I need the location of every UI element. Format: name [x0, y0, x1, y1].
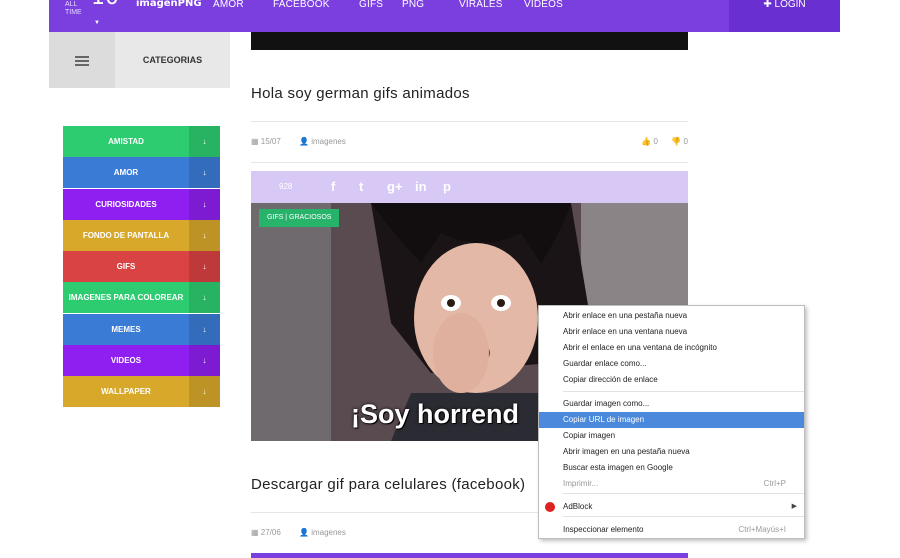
gif-caption: ¡Soy horrend [351, 399, 520, 429]
arrow-down-icon[interactable]: ↓ [189, 188, 220, 220]
category-label: AMOR [113, 168, 139, 178]
nav-item-virales[interactable]: VIRALES [459, 0, 524, 32]
arrow-down-icon[interactable]: ↓ [189, 126, 220, 157]
category-label: VIDEOS [110, 356, 142, 366]
category-item[interactable]: AMOR ↓ [63, 157, 220, 189]
linkedin-icon[interactable]: in [415, 179, 443, 194]
user-icon: 👤 [299, 528, 312, 537]
category-item[interactable]: GIFS ↓ [63, 251, 220, 283]
all-time-label: ALL TIME [65, 1, 82, 16]
shortcut-hint: Ctrl+Mayús+I [738, 525, 786, 534]
category-list: AMISTAD ↓ AMOR ↓ CURIOSIDADES ↓ FONDO DE PANTA… [63, 126, 220, 408]
like-button[interactable]: 👍 0 [641, 137, 658, 146]
main-nav: AMOR FACEBOOK GIFS PNG VIRALES VIDEOS [196, 0, 563, 32]
shortcut-hint: Ctrl+P [763, 479, 786, 488]
arrow-down-icon[interactable]: ↓ [189, 219, 220, 251]
top-navbar: ALL TIME 10 ▼ imagenPNG AMOR FACEBOOK GI… [49, 0, 840, 32]
menu-separator [563, 493, 804, 494]
calendar-icon: ▦ [251, 528, 261, 537]
arrow-down-icon[interactable]: ↓ [189, 251, 220, 283]
menu-separator [563, 391, 804, 392]
category-label: CURIOSIDADES [95, 199, 157, 209]
context-menu-item[interactable]: Abrir el enlace en una ventana de incógn… [539, 340, 804, 356]
category-item[interactable]: WALLPAPER ↓ [63, 376, 220, 408]
chevron-down-icon: ▼ [94, 20, 100, 26]
all-time-number: 10 [91, 0, 119, 9]
hamburger-icon [75, 56, 89, 68]
login-button[interactable]: ✚ LOGIN [729, 0, 840, 32]
nav-item-gifs[interactable]: GIFS [359, 0, 402, 32]
context-menu-item[interactable]: Guardar enlace como... [539, 356, 804, 372]
category-label: MEMES [111, 324, 141, 334]
post-title[interactable]: Hola soy german gifs animados [251, 85, 470, 102]
post-title[interactable]: Descargar gif para celulares (facebook) [251, 476, 525, 493]
share-count: 928 [279, 182, 293, 191]
context-menu-item[interactable]: Abrir imagen en una pestaña nueva [539, 444, 804, 460]
thumbs-up-icon: 👍 [641, 137, 654, 146]
dislike-button[interactable]: 👎 0 [671, 137, 688, 146]
arrow-down-icon[interactable]: ↓ [189, 157, 220, 189]
divider [251, 162, 688, 163]
menu-toggle-button[interactable] [49, 32, 115, 88]
category-item[interactable]: AMISTAD ↓ [63, 126, 220, 157]
arrow-down-icon[interactable]: ↓ [189, 376, 220, 408]
previous-post-image[interactable] [251, 32, 688, 50]
arrow-down-icon[interactable]: ↓ [189, 282, 220, 314]
nav-item-png[interactable]: PNG [402, 0, 459, 32]
context-menu-item[interactable]: Guardar imagen como... [539, 396, 804, 412]
category-label: WALLPAPER [101, 387, 151, 397]
category-item[interactable]: CURIOSIDADES ↓ [63, 188, 220, 220]
submenu-arrow-icon: ▶ [791, 503, 797, 510]
context-menu-item[interactable]: Copiar imagen [539, 428, 804, 444]
facebook-icon[interactable]: f [331, 179, 359, 194]
google-plus-icon[interactable]: g+ [387, 179, 415, 194]
next-post-image[interactable] [251, 553, 688, 558]
context-menu-item[interactable]: Inspeccionar elemento Ctrl+Mayús+I [539, 522, 804, 538]
calendar-icon: ▦ [251, 137, 261, 146]
context-menu-item[interactable]: AdBlock ▶ [539, 499, 804, 515]
category-label: GIFS [116, 262, 136, 272]
menu-separator [563, 516, 804, 517]
context-menu-item[interactable]: Abrir enlace en una ventana nueva [539, 324, 804, 340]
post-meta: ▦ 15/07 👤 imagenes 👍 0 👎 0 [251, 137, 688, 151]
arrow-down-icon[interactable]: ↓ [189, 313, 220, 345]
category-item[interactable]: MEMES ↓ [63, 313, 220, 345]
category-item[interactable]: FONDO DE PANTALLA ↓ [63, 219, 220, 251]
nav-item-amor[interactable]: AMOR [213, 0, 273, 32]
all-time-widget[interactable]: ALL TIME 10 ▼ [61, 0, 119, 32]
category-label: AMISTAD [108, 137, 144, 146]
user-icon: 👤 [299, 137, 312, 146]
context-menu-item[interactable]: Copiar URL de imagen [539, 412, 804, 428]
context-menu-item[interactable]: Copiar dirección de enlace [539, 372, 804, 388]
share-icons: f t g+ in p [331, 179, 471, 194]
twitter-icon[interactable]: t [359, 179, 387, 194]
thumbs-down-icon: 👎 [671, 137, 684, 146]
nav-item-facebook[interactable]: FACEBOOK [273, 0, 359, 32]
category-item[interactable]: VIDEOS ↓ [63, 345, 220, 377]
pinterest-icon[interactable]: p [443, 179, 471, 194]
context-menu-item[interactable]: Imprimir... Ctrl+P [539, 476, 804, 492]
post-author[interactable]: 👤 imagenes [299, 528, 346, 537]
post-date: ▦ 15/07 [251, 137, 281, 146]
nav-item-videos[interactable]: VIDEOS [524, 0, 563, 32]
adblock-icon [545, 502, 555, 512]
category-label: IMAGENES PARA COLOREAR [68, 293, 184, 303]
share-bar: 928 f t g+ in p [251, 171, 688, 203]
arrow-down-icon[interactable]: ↓ [189, 345, 220, 377]
sidebar-header: CATEGORIAS [49, 32, 230, 88]
category-tag[interactable]: GIFS | GRACIOSOS [259, 209, 340, 227]
divider [251, 121, 688, 122]
category-item[interactable]: IMAGENES PARA COLOREAR ↓ [63, 282, 220, 314]
context-menu-item[interactable]: Abrir enlace en una pestaña nueva [539, 308, 804, 324]
post-author[interactable]: 👤 imagenes [299, 137, 346, 146]
context-menu-item[interactable]: Buscar esta imagen en Google [539, 460, 804, 476]
brand-logo[interactable]: imagenPNG [136, 0, 202, 9]
sidebar-title: CATEGORIAS [142, 55, 203, 65]
context-menu: Abrir enlace en una pestaña nueva Abrir e… [538, 305, 805, 539]
post-date: ▦ 27/06 [251, 528, 281, 537]
category-label: FONDO DE PANTALLA [82, 230, 170, 240]
